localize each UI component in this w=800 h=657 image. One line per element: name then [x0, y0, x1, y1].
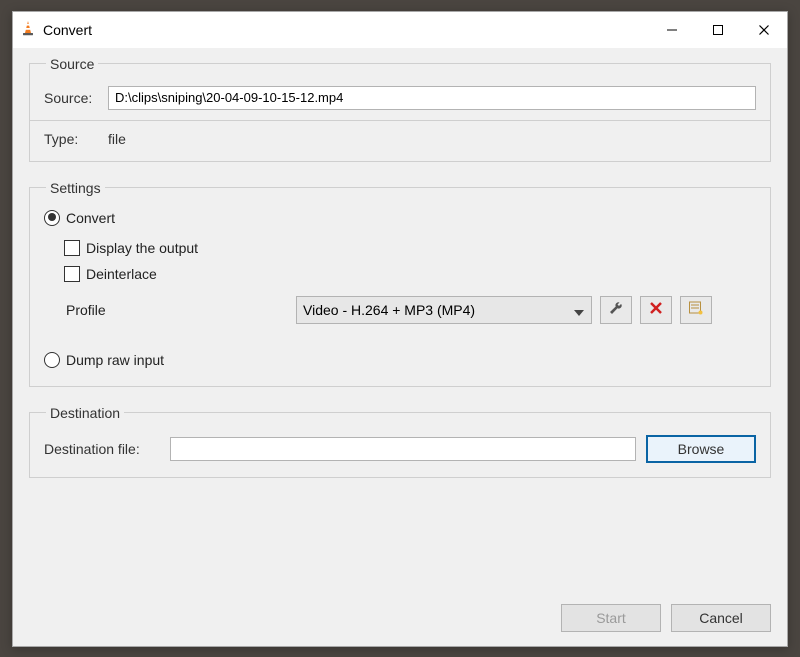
dialog-footer: Start Cancel — [13, 594, 787, 646]
deinterlace-checkbox[interactable] — [64, 266, 80, 282]
cancel-button[interactable]: Cancel — [671, 604, 771, 632]
divider — [30, 120, 770, 121]
source-label: Source: — [44, 90, 108, 106]
source-legend: Source — [46, 56, 98, 72]
dump-raw-radio[interactable] — [44, 352, 60, 368]
window-controls — [649, 15, 787, 45]
deinterlace-label: Deinterlace — [86, 266, 157, 282]
close-button[interactable] — [741, 15, 787, 45]
wrench-icon — [608, 300, 624, 319]
source-input[interactable] — [108, 86, 756, 110]
destination-legend: Destination — [46, 405, 124, 421]
delete-x-icon — [648, 300, 664, 319]
convert-dialog: Convert Source Source: Type: file — [12, 11, 788, 647]
minimize-button[interactable] — [649, 15, 695, 45]
profile-delete-button[interactable] — [640, 296, 672, 324]
settings-group: Settings Convert Display the output Dein… — [29, 180, 771, 387]
maximize-button[interactable] — [695, 15, 741, 45]
dialog-body: Source Source: Type: file Settings Conve… — [13, 48, 787, 594]
destination-file-label: Destination file: — [44, 441, 170, 457]
settings-legend: Settings — [46, 180, 105, 196]
start-button[interactable]: Start — [561, 604, 661, 632]
profile-select-wrap: Video - H.264 + MP3 (MP4) — [296, 296, 592, 324]
vlc-cone-icon — [19, 19, 37, 40]
type-value: file — [108, 131, 126, 147]
profile-new-button[interactable] — [680, 296, 712, 324]
window-title: Convert — [43, 22, 92, 38]
browse-button[interactable]: Browse — [646, 435, 756, 463]
profile-label: Profile — [64, 302, 296, 318]
source-group: Source Source: Type: file — [29, 56, 771, 162]
display-output-label: Display the output — [86, 240, 198, 256]
profile-edit-button[interactable] — [600, 296, 632, 324]
titlebar: Convert — [13, 12, 787, 48]
convert-radio[interactable] — [44, 210, 60, 226]
profile-select[interactable]: Video - H.264 + MP3 (MP4) — [296, 296, 592, 324]
display-output-checkbox[interactable] — [64, 240, 80, 256]
type-label: Type: — [44, 131, 108, 147]
convert-radio-label: Convert — [66, 210, 115, 226]
destination-file-input[interactable] — [170, 437, 636, 461]
new-profile-icon — [688, 300, 704, 319]
destination-group: Destination Destination file: Browse — [29, 405, 771, 478]
dump-raw-label: Dump raw input — [66, 352, 164, 368]
